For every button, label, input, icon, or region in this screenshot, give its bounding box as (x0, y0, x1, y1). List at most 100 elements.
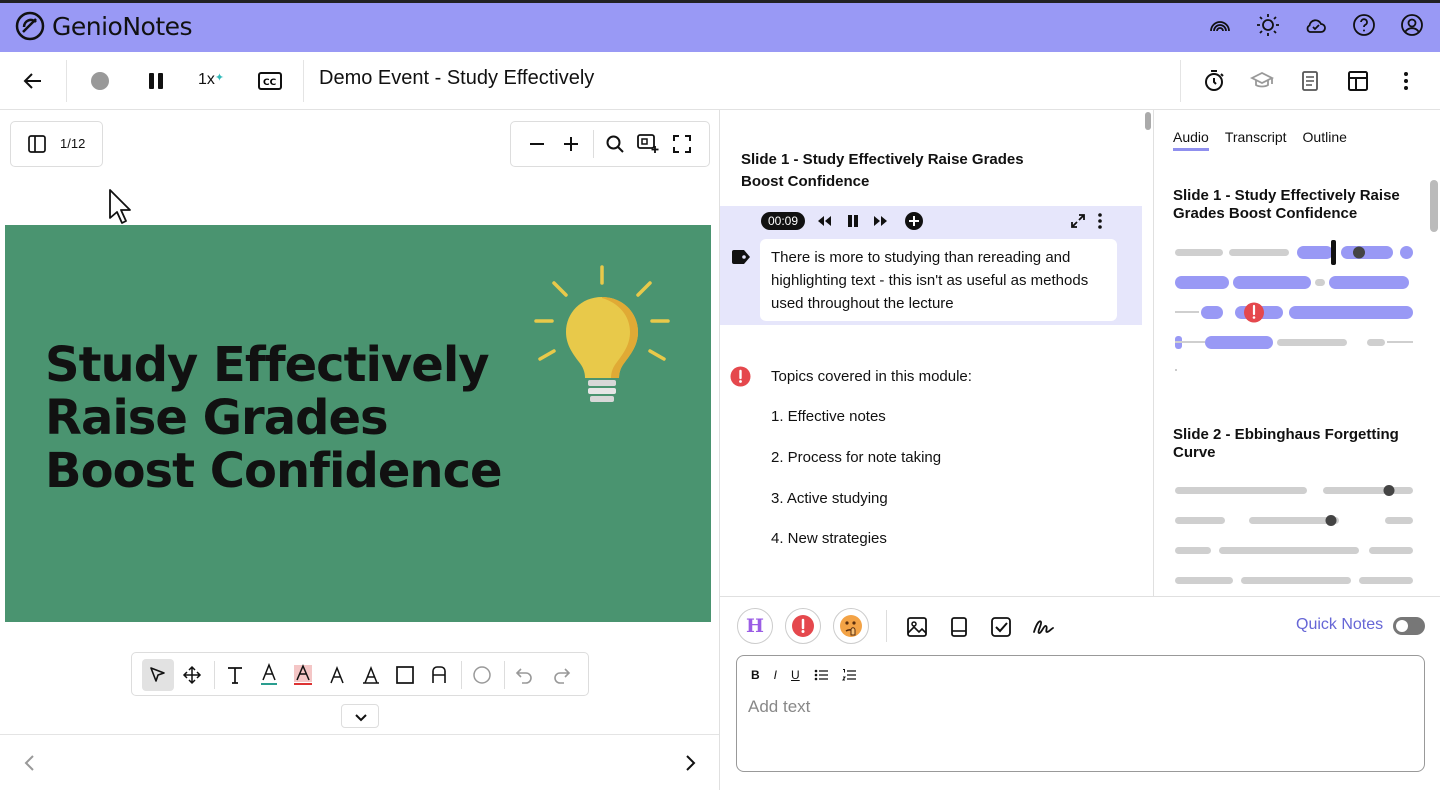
heading-button[interactable]: H (737, 608, 773, 644)
logo-icon (15, 11, 45, 41)
slide-viewer: 1/12 Study Effectively Raise Grades Boos… (0, 110, 720, 790)
italic-button[interactable]: I (774, 668, 777, 682)
zoom-out-icon[interactable] (527, 134, 547, 154)
notebook-icon[interactable] (948, 616, 970, 638)
note-editor[interactable]: B I U Add text (736, 655, 1425, 772)
confused-button[interactable] (833, 608, 869, 644)
tag-icon[interactable] (730, 248, 752, 266)
tab-outline[interactable]: Outline (1303, 129, 1347, 151)
expand-icon[interactable] (1070, 213, 1086, 229)
audio-timeline-slide-2[interactable] (1173, 482, 1413, 592)
audio-note-block[interactable]: 00:09 There is more to studying than rer… (720, 206, 1142, 325)
closed-captions-icon[interactable]: CC (257, 70, 283, 92)
sun-icon[interactable] (1256, 13, 1280, 37)
previous-slide-icon[interactable] (22, 754, 38, 772)
timer-icon[interactable] (1202, 69, 1226, 93)
notes-slide-heading: Slide 1 - Study Effectively Raise Grades… (741, 151, 1024, 190)
account-icon[interactable] (1400, 13, 1424, 37)
side-slide-title: Slide 2 - Ebbinghaus Forgetting Curve (1173, 426, 1399, 461)
font-icon[interactable] (327, 665, 347, 685)
audio-pause-icon[interactable] (845, 213, 861, 229)
signature-icon[interactable] (1032, 616, 1056, 638)
audio-timeline-slide-1[interactable] (1173, 238, 1413, 378)
tab-audio[interactable]: Audio (1173, 129, 1209, 151)
screen-capture-icon[interactable] (636, 133, 660, 155)
text-box-icon[interactable] (429, 665, 449, 685)
side-panel-scrollbar[interactable] (1430, 180, 1438, 232)
alert-icon (792, 615, 814, 637)
underline-button[interactable]: U (791, 668, 800, 682)
topics-heading: Topics covered in this module: (771, 368, 972, 385)
select-pointer-icon[interactable] (148, 665, 168, 685)
list-item: 1. Effective notes (771, 408, 886, 425)
thinking-face-icon (840, 615, 862, 637)
sidebar-toggle-icon[interactable] (27, 134, 47, 154)
rainbow-icon[interactable] (1208, 13, 1232, 37)
list-item: 4. New strategies (771, 530, 887, 547)
text-color-icon[interactable] (259, 663, 279, 687)
undo-icon[interactable] (514, 665, 534, 685)
drawing-toolbar (131, 652, 589, 696)
checkbox-icon[interactable] (990, 616, 1012, 638)
slide-title: Study Effectively Raise Grades Boost Con… (45, 337, 503, 499)
bold-button[interactable]: B (751, 668, 760, 682)
app-logo[interactable]: GenioNotes (14, 10, 193, 42)
audio-note-text[interactable]: There is more to studying than rereading… (760, 239, 1117, 321)
svg-text:CC: CC (263, 78, 277, 88)
notes-panel: Slide 1 - Study Effectively Raise Grades… (720, 110, 1142, 596)
quick-notes-toggle[interactable] (1393, 617, 1425, 635)
layout-icon[interactable] (1346, 69, 1370, 93)
fullscreen-icon[interactable] (672, 134, 692, 154)
important-button[interactable] (785, 608, 821, 644)
next-slide-icon[interactable] (682, 754, 698, 772)
image-icon[interactable] (906, 616, 928, 638)
playback-speed-button[interactable]: 1x✦ (198, 71, 224, 89)
current-slide[interactable]: Study Effectively Raise Grades Boost Con… (5, 225, 711, 622)
page-indicator[interactable]: 1/12 (10, 121, 103, 167)
record-icon[interactable] (88, 69, 112, 93)
back-arrow-icon[interactable] (21, 69, 45, 93)
study-cap-icon[interactable] (1250, 69, 1274, 93)
cloud-sync-icon[interactable] (1304, 13, 1328, 37)
tab-transcript[interactable]: Transcript (1225, 129, 1287, 151)
help-icon[interactable] (1352, 13, 1376, 37)
document-title: Demo Event - Study Effectively (319, 67, 595, 89)
rewind-icon[interactable] (816, 213, 832, 229)
slide-title-line: Study Effectively (45, 337, 490, 393)
pause-icon[interactable] (144, 69, 168, 93)
text-highlight-icon[interactable] (293, 663, 313, 687)
search-icon[interactable] (605, 134, 625, 154)
alert-icon[interactable] (730, 366, 751, 387)
page-number: 1/12 (60, 136, 86, 151)
more-options-icon[interactable] (1394, 69, 1418, 93)
list-item: 3. Active studying (771, 490, 888, 507)
audio-more-icon[interactable] (1094, 212, 1106, 230)
zoom-in-icon[interactable] (561, 134, 581, 154)
rectangle-tool-icon[interactable] (395, 665, 415, 685)
bullet-list-icon[interactable] (814, 668, 828, 682)
quick-notes-label: Quick Notes (1296, 616, 1384, 633)
brand-name: GenioNotes (52, 11, 193, 41)
audio-timestamp: 00:09 (761, 212, 806, 230)
font-outline-icon[interactable] (361, 665, 381, 685)
side-slide-title: Slide 1 - Study Effectively Raise Grades… (1173, 187, 1400, 222)
toolbar-collapse-button[interactable] (341, 704, 379, 728)
move-icon[interactable] (182, 665, 202, 685)
slide-title-line: Boost Confidence (45, 443, 503, 499)
notes-scrollbar[interactable] (1143, 110, 1153, 596)
fast-forward-icon[interactable] (873, 213, 889, 229)
text-tool-icon[interactable] (225, 665, 245, 685)
app-header: GenioNotes (0, 0, 1440, 52)
redo-icon[interactable] (552, 665, 572, 685)
add-circle-icon[interactable] (904, 211, 924, 231)
lightbulb-icon (534, 265, 670, 402)
document-icon[interactable] (1298, 69, 1322, 93)
slide-navigation (0, 734, 720, 790)
numbered-list-icon[interactable] (841, 668, 856, 682)
circle-tool-icon[interactable] (472, 665, 492, 685)
audio-side-panel: Audio Transcript Outline Slide 1 - Study… (1153, 110, 1440, 596)
list-item: 2. Process for note taking (771, 449, 942, 466)
mouse-cursor-icon (109, 189, 131, 224)
note-input-placeholder: Add text (748, 697, 811, 716)
chevron-down-icon (355, 714, 367, 722)
